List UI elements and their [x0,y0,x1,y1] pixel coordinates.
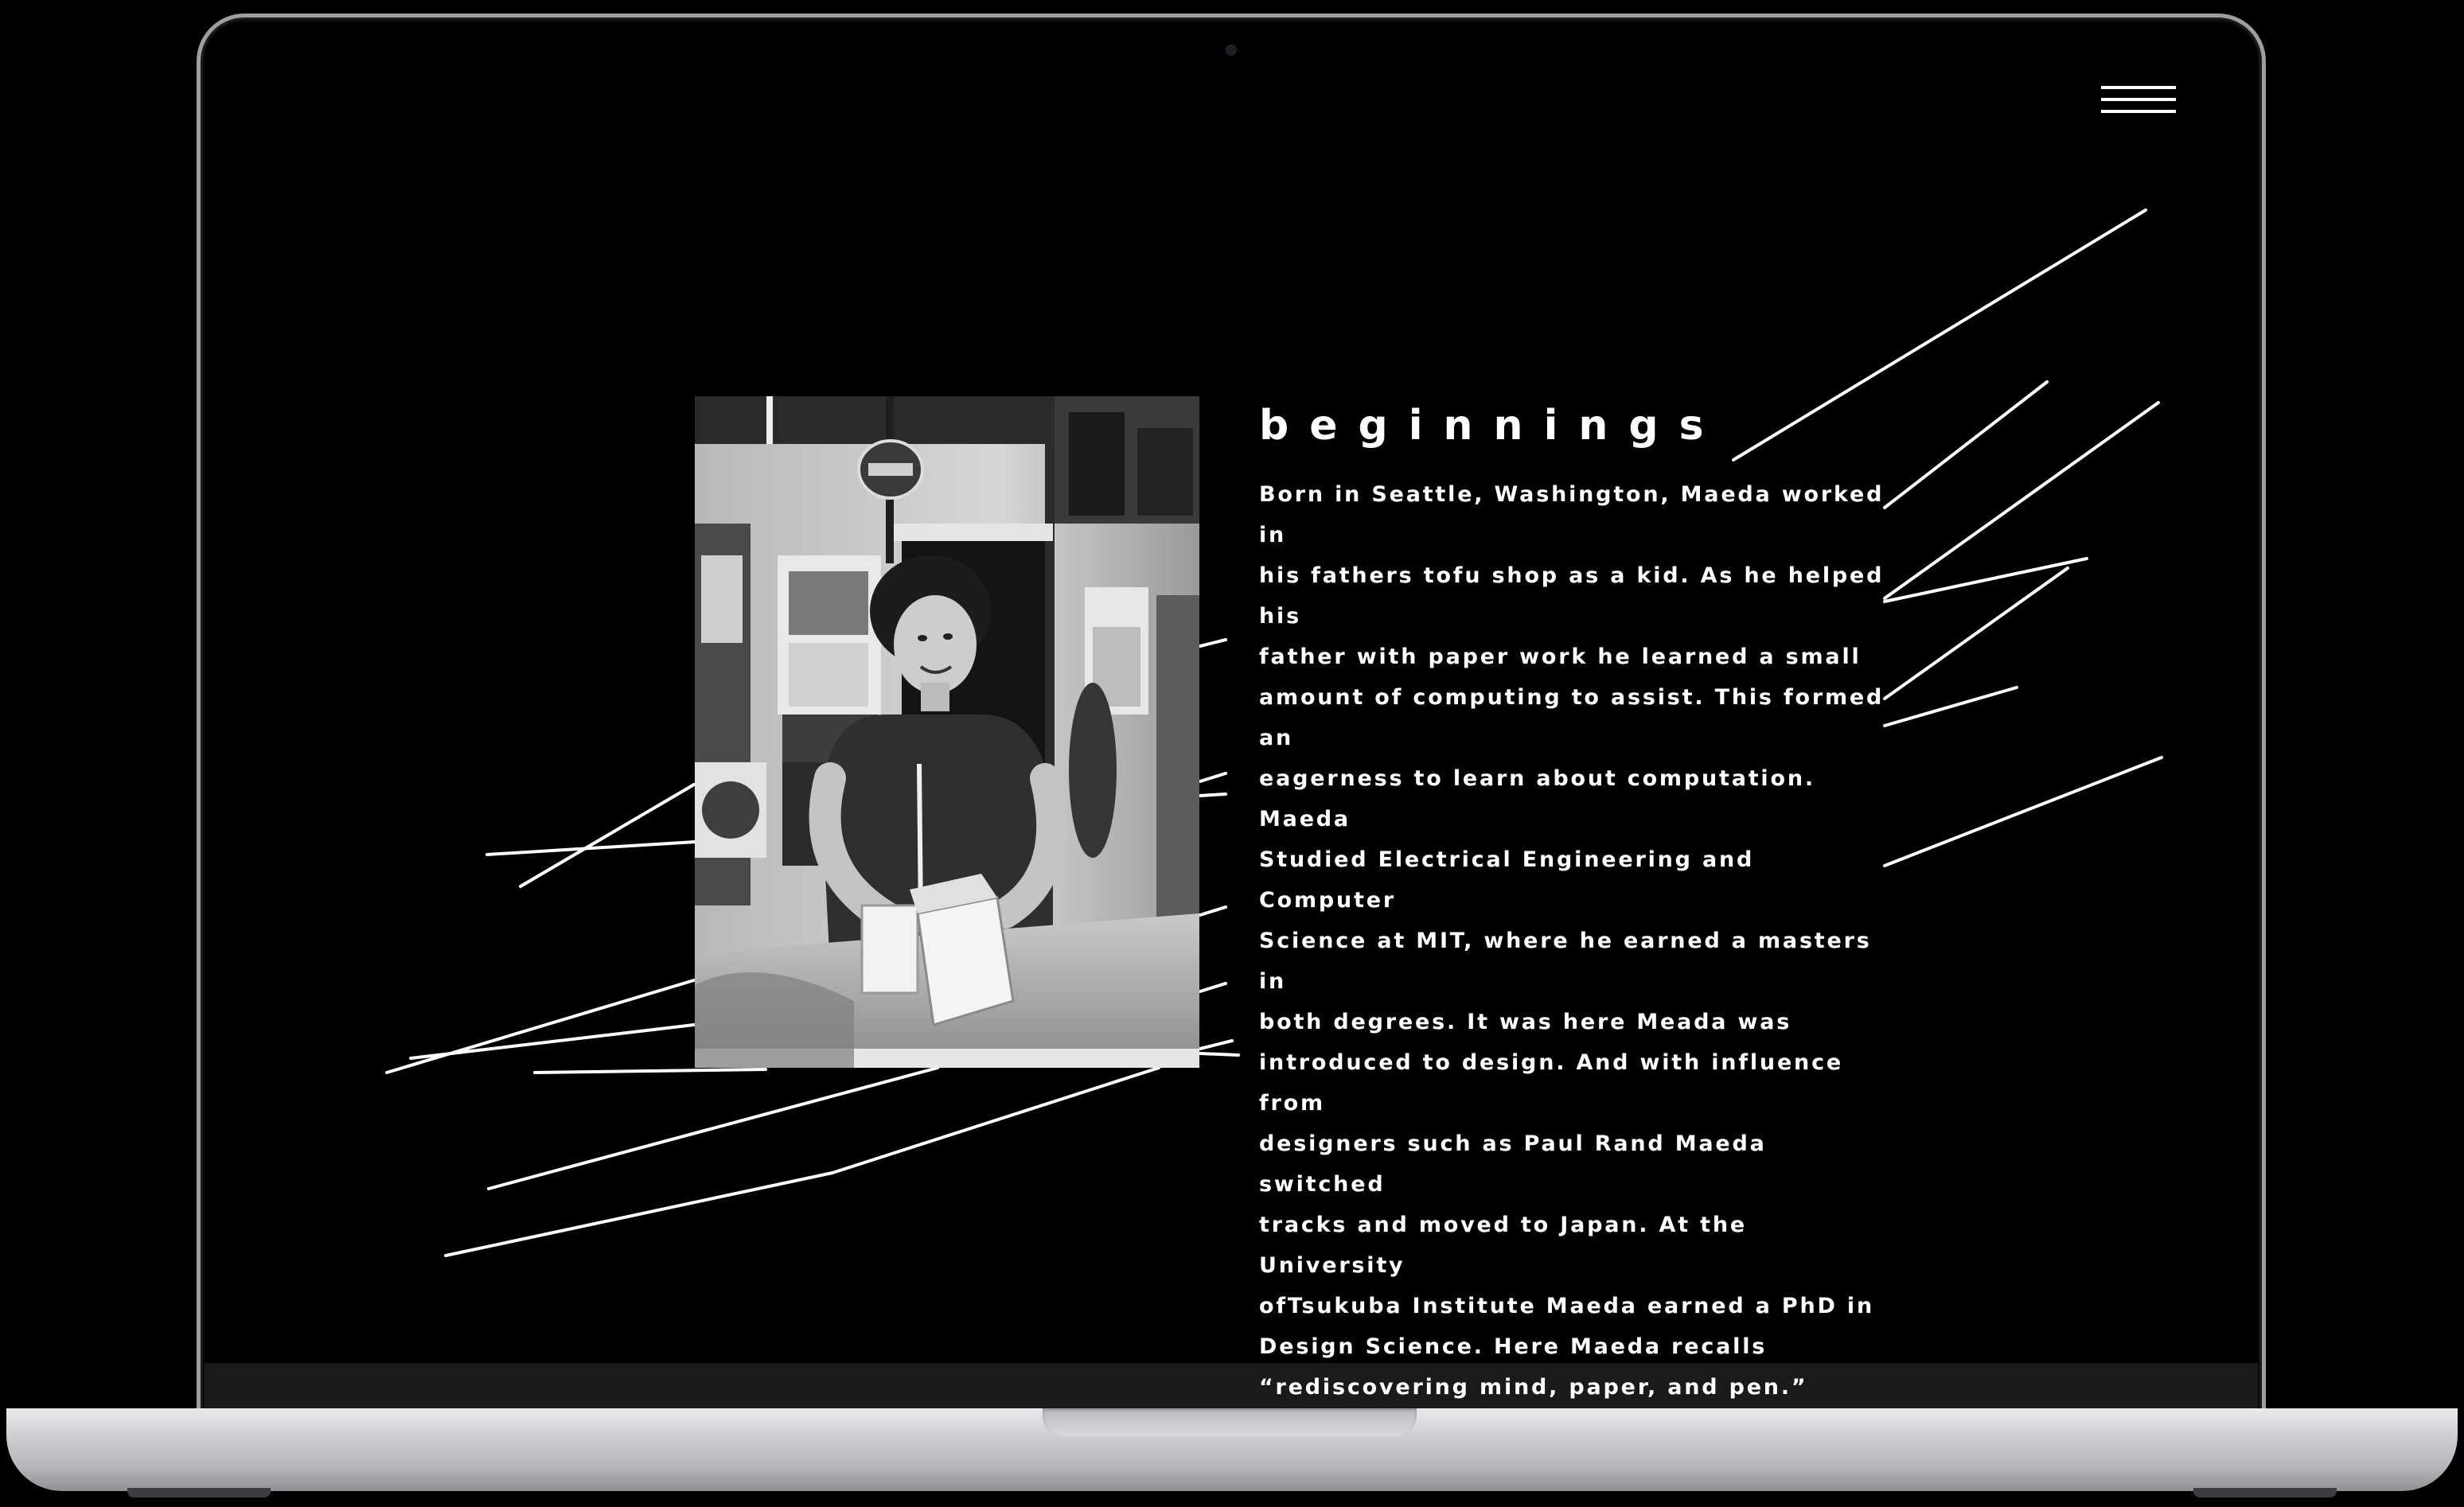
hamburger-line [2101,110,2176,113]
screen-bezel-bottom [205,1363,2258,1411]
laptop-foot-left [127,1488,271,1497]
camera-icon [1226,45,1237,56]
laptop-thumb-notch [1043,1408,1417,1437]
shop-photo-image [695,396,1199,1068]
hamburger-line [2101,86,2176,89]
biography-paragraph: Born in Seattle, Washington, Maeda worke… [1259,482,1885,1400]
laptop-screen [205,22,2258,1363]
laptop-mockup: beginnings Born in Seattle, Washington, … [0,0,2464,1507]
portrait-photo [695,396,1199,1068]
section-heading: beginnings [1259,402,1725,450]
laptop-foot-right [2193,1488,2337,1497]
hamburger-line [2101,98,2176,101]
hamburger-menu-button[interactable] [2101,86,2176,118]
